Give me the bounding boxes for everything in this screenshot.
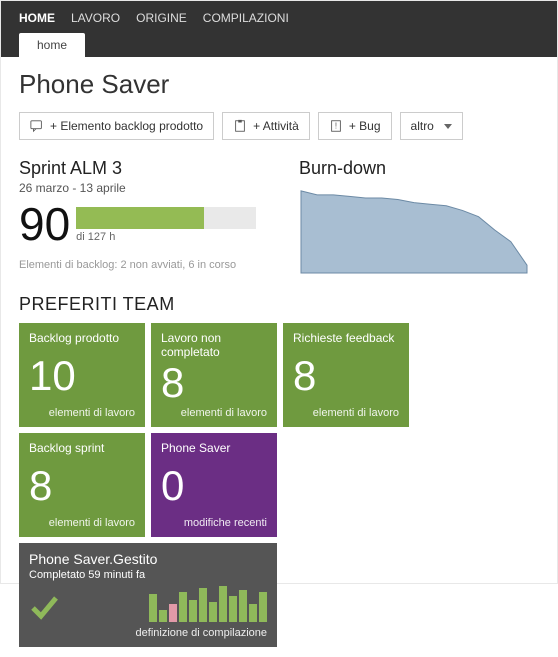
tile-footer: elementi di lavoro: [161, 407, 267, 419]
nav-compilazioni[interactable]: COMPILAZIONI: [195, 5, 297, 33]
bug-icon: !: [329, 119, 343, 133]
sprint-name: Sprint ALM 3: [19, 158, 279, 179]
subtab-home[interactable]: home: [19, 33, 85, 57]
page-title: Phone Saver: [19, 69, 539, 100]
add-bug-button[interactable]: ! + Bug: [318, 112, 392, 140]
clipboard-icon: [233, 119, 247, 133]
tiles-container: Backlog prodotto 10 elementi di lavoro L…: [19, 323, 539, 647]
tile[interactable]: Richieste feedback 8 elementi di lavoro: [283, 323, 409, 427]
check-icon: [29, 592, 59, 622]
build-bars: [149, 586, 267, 622]
nav-home[interactable]: HOME: [11, 5, 63, 33]
progress-fill: [76, 207, 204, 229]
add-backlog-label: + Elemento backlog prodotto: [50, 119, 203, 133]
burndown-title: Burn-down: [299, 158, 539, 179]
tile[interactable]: Lavoro non completato 8 elementi di lavo…: [151, 323, 277, 427]
tile-title: Backlog sprint: [29, 441, 135, 455]
other-dropdown[interactable]: altro: [400, 112, 463, 140]
nav-origine[interactable]: ORIGINE: [128, 5, 195, 33]
add-backlog-button[interactable]: + Elemento backlog prodotto: [19, 112, 214, 140]
speech-icon: [30, 119, 44, 133]
tile-footer: definizione di compilazione: [29, 627, 267, 639]
tile-title: Phone Saver.Gestito: [29, 551, 267, 567]
tile-value: 8: [29, 465, 135, 507]
tile-footer: elementi di lavoro: [29, 517, 135, 529]
tile-value: 10: [29, 355, 135, 397]
svg-text:!: !: [335, 122, 337, 131]
sprint-hours-total: di 127 h: [76, 231, 279, 243]
toolbar: + Elemento backlog prodotto + Attività !…: [19, 112, 539, 140]
tile-footer: elementi di lavoro: [293, 407, 399, 419]
sprint-dates: 26 marzo - 13 aprile: [19, 181, 279, 195]
tile-value: 8: [161, 362, 267, 404]
tile[interactable]: Phone Saver.Gestito Completato 59 minuti…: [19, 543, 277, 647]
tile[interactable]: Phone Saver 0 modifiche recenti: [151, 433, 277, 537]
other-label: altro: [411, 119, 434, 133]
tile-value: 0: [161, 465, 267, 507]
add-activity-button[interactable]: + Attività: [222, 112, 310, 140]
tile-value: 8: [293, 355, 399, 397]
tile-subtitle: Completato 59 minuti fa: [29, 569, 267, 581]
add-bug-label: + Bug: [349, 119, 381, 133]
chevron-down-icon: [444, 124, 452, 129]
progress-bar: [76, 207, 256, 229]
sprint-hours-done: 90: [19, 201, 70, 247]
nav-lavoro[interactable]: LAVORO: [63, 5, 128, 33]
tile-title: Backlog prodotto: [29, 331, 135, 345]
tile-title: Phone Saver: [161, 441, 267, 455]
top-nav: HOME LAVORO ORIGINE COMPILAZIONI home: [1, 1, 557, 57]
add-activity-label: + Attività: [253, 119, 299, 133]
tile-title: Richieste feedback: [293, 331, 399, 345]
tile[interactable]: Backlog sprint 8 elementi di lavoro: [19, 433, 145, 537]
tile[interactable]: Backlog prodotto 10 elementi di lavoro: [19, 323, 145, 427]
tile-footer: modifiche recenti: [161, 517, 267, 529]
tile-title: Lavoro non completato: [161, 331, 267, 359]
burndown-chart: [299, 185, 529, 275]
backlog-note: Elementi di backlog: 2 non avviati, 6 in…: [19, 259, 279, 271]
tile-footer: elementi di lavoro: [29, 407, 135, 419]
favorites-title: PREFERITI TEAM: [19, 294, 539, 315]
